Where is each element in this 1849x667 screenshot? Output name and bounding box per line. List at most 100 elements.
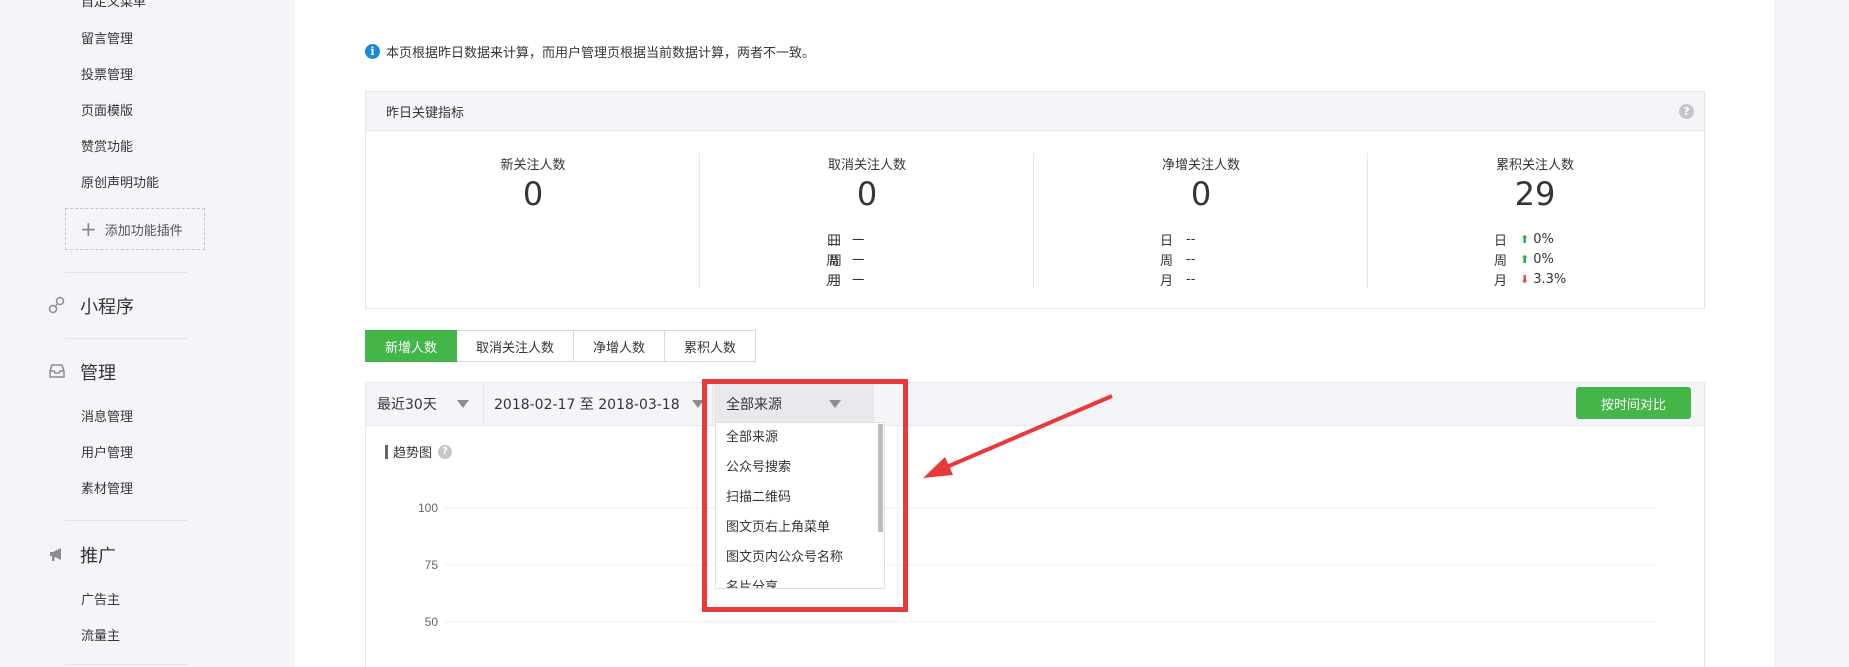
yesterday-kpi-panel: 昨日关键指标 ? 新关注人数 0 日 -- 周 -- 月 -- 取消关注人数 0 日-…: [365, 91, 1705, 309]
kpi-total-followers: 累积关注人数 29: [1368, 154, 1702, 213]
rate-key: 日: [826, 233, 840, 249]
kpi-panel-header: 昨日关键指标 ?: [366, 92, 1704, 131]
kpi-value: 0: [1190, 175, 1212, 213]
help-icon[interactable]: ?: [1679, 104, 1694, 119]
kpi-unfollowers-rates: 日 -- 周 -- 月 --: [826, 229, 861, 289]
filter-bar: 最近30天 2018-02-17 至 2018-03-18 全部来源 按时间对比: [365, 382, 1705, 426]
kpi-value: 0: [522, 175, 544, 213]
kpi-total-followers-rates: 日 ⬆ 0% 周 ⬆ 0% 月 ⬇ 3.3%: [1494, 229, 1566, 289]
sidebar-section-manage[interactable]: 管理: [80, 359, 116, 385]
date-range-select[interactable]: 2018-02-17 至 2018-03-18: [494, 383, 704, 425]
dropdown-arrow-icon: [456, 400, 469, 408]
help-icon[interactable]: ?: [438, 444, 453, 459]
kpi-panel-title: 昨日关键指标: [386, 105, 465, 121]
add-plugin-button[interactable]: + 添加功能插件: [65, 208, 205, 250]
rate-value: --: [1186, 251, 1196, 267]
source-option[interactable]: 图文页右上角菜单: [716, 513, 884, 543]
filter-divider: [483, 383, 484, 425]
rate-value: --: [1186, 271, 1196, 287]
link-icon: [48, 296, 66, 314]
source-option[interactable]: 公众号搜索: [716, 453, 884, 483]
kpi-net-followers: 净增关注人数 0: [1034, 154, 1368, 213]
data-notice: i 本页根据昨日数据来计算，而用户管理页根据当前数据计算，两者不一致。: [365, 42, 815, 61]
sidebar-item-materials[interactable]: 素材管理: [81, 478, 133, 497]
compare-by-time-button[interactable]: 按时间对比: [1576, 387, 1691, 419]
notice-text: 本页根据昨日数据来计算，而用户管理页根据当前数据计算，两者不一致。: [386, 46, 816, 61]
tab-net-increase[interactable]: 净增人数: [574, 330, 666, 362]
sidebar-item-page-templates[interactable]: 页面模版: [81, 100, 133, 119]
sidebar-divider: [65, 272, 188, 273]
rate-value: --: [852, 231, 862, 247]
dropdown-scrollbar[interactable]: [878, 424, 883, 532]
dropdown-arrow-icon: [691, 400, 704, 408]
kpi-unfollowers: 取消关注人数 0: [700, 154, 1034, 213]
megaphone-icon: [48, 545, 66, 563]
filter-divider: [712, 383, 713, 425]
rate-value: --: [1186, 231, 1196, 247]
source-option[interactable]: 名片分享: [716, 573, 884, 588]
period-select[interactable]: 最近30天: [377, 383, 469, 425]
rate-value: 3.3%: [1533, 271, 1567, 287]
y-tick-label: 75: [425, 558, 439, 572]
metric-tabs: 新增人数 取消关注人数 净增人数 累积人数: [365, 330, 757, 362]
arrow-down-icon: ⬇: [1520, 272, 1530, 286]
dropdown-arrow-icon: [829, 400, 841, 408]
y-tick-label: 100: [418, 501, 438, 515]
rate-value: --: [852, 271, 862, 287]
plus-icon: +: [80, 217, 97, 241]
sidebar-item-users[interactable]: 用户管理: [81, 442, 133, 461]
rate-value: 0%: [1533, 231, 1554, 247]
sidebar-divider: [65, 338, 188, 339]
inbox-icon: [48, 362, 66, 380]
rate-key: 周: [826, 253, 840, 269]
y-tick-label: 50: [425, 615, 439, 629]
source-dropdown-list: 全部来源 公众号搜索 扫描二维码 图文页右上角菜单 图文页内公众号名称 名片分享: [715, 422, 885, 589]
tab-cumulative[interactable]: 累积人数: [665, 330, 757, 362]
kpi-label: 新关注人数: [500, 158, 566, 173]
tab-unfollow[interactable]: 取消关注人数: [457, 330, 575, 362]
rate-value: --: [852, 251, 862, 267]
sidebar-item-original-statement[interactable]: 原创声明功能: [81, 172, 159, 191]
rate-key: 日: [1160, 233, 1174, 249]
source-option[interactable]: 扫描二维码: [716, 483, 884, 513]
source-option[interactable]: 全部来源: [716, 423, 884, 453]
rate-value: 0%: [1533, 251, 1554, 267]
add-plugin-label: 添加功能插件: [104, 223, 183, 239]
rate-key: 周: [1494, 253, 1508, 269]
arrow-up-icon: ⬆: [1520, 252, 1530, 266]
source-select[interactable]: 全部来源: [714, 383, 874, 425]
info-icon: i: [365, 44, 380, 59]
arrow-up-icon: ⬆: [1520, 232, 1530, 246]
sidebar-item-publisher[interactable]: 流量主: [81, 625, 120, 644]
rate-key: 月: [1494, 273, 1508, 289]
sidebar-section-promotion[interactable]: 推广: [80, 542, 116, 568]
title-marker: [385, 444, 388, 459]
kpi-net-followers-rates: 日 -- 周 -- 月 --: [1160, 229, 1195, 289]
sidebar-item-advertiser[interactable]: 广告主: [81, 589, 120, 608]
kpi-value: 0: [856, 175, 878, 213]
rate-key: 月: [826, 273, 840, 289]
sidebar-divider: [65, 664, 188, 665]
kpi-label: 累积关注人数: [1495, 158, 1574, 173]
sidebar-item-comments[interactable]: 留言管理: [81, 28, 133, 47]
kpi-label: 净增关注人数: [1161, 158, 1240, 173]
sidebar-section-mini-program[interactable]: 小程序: [80, 293, 134, 319]
trend-chart-title: 趋势图 ?: [385, 442, 453, 461]
kpi-new-followers: 新关注人数 0: [366, 154, 700, 213]
right-margin: [1774, 0, 1849, 667]
sidebar-item-custom-menu[interactable]: 自定义菜单: [81, 0, 146, 10]
tab-new-users[interactable]: 新增人数: [365, 330, 458, 362]
source-option[interactable]: 图文页内公众号名称: [716, 543, 884, 573]
rate-key: 月: [1160, 273, 1174, 289]
sidebar-item-messages[interactable]: 消息管理: [81, 406, 133, 425]
rate-key: 周: [1160, 253, 1174, 269]
source-select-value: 全部来源: [726, 397, 782, 413]
trend-chart: 100 75 50: [418, 501, 1655, 629]
sidebar-divider: [65, 520, 188, 521]
date-range-value: 2018-02-17 至 2018-03-18: [494, 397, 680, 413]
trend-title-text: 趋势图: [393, 446, 433, 461]
sidebar-item-votes[interactable]: 投票管理: [81, 64, 133, 83]
rate-key: 日: [1494, 233, 1508, 249]
sidebar: 自定义菜单 留言管理 投票管理 页面模版 赞赏功能 原创声明功能 + 添加功能插…: [0, 0, 295, 667]
sidebar-item-reward[interactable]: 赞赏功能: [81, 136, 133, 155]
